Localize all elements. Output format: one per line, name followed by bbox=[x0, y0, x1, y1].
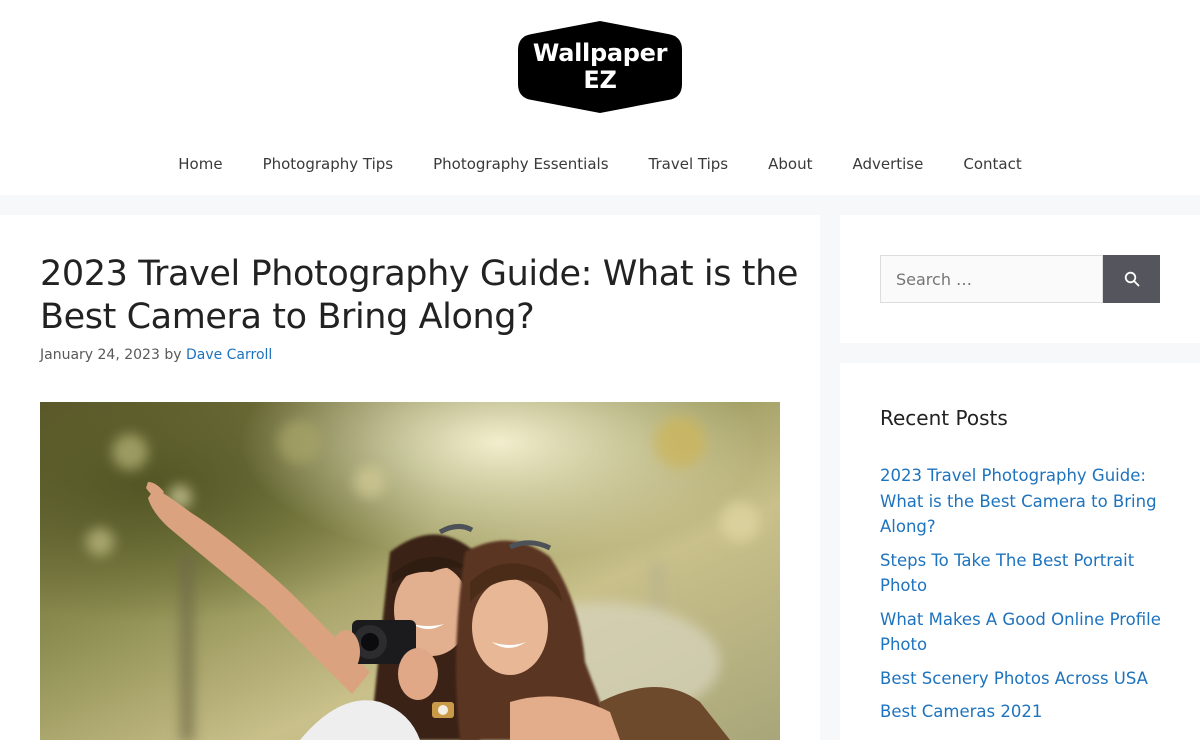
list-item: What Makes A Good Online Profile Photo bbox=[880, 607, 1170, 658]
search-icon bbox=[1124, 271, 1139, 287]
search-input[interactable] bbox=[880, 255, 1103, 303]
list-item: 2023 Travel Photography Guide: What is t… bbox=[880, 463, 1170, 540]
byline-label: by bbox=[164, 347, 182, 363]
recent-posts-list: 2023 Travel Photography Guide: What is t… bbox=[880, 463, 1170, 733]
nav-item-photography-tips[interactable]: Photography Tips bbox=[243, 140, 414, 188]
recent-post-link[interactable]: 2023 Travel Photography Guide: What is t… bbox=[880, 463, 1170, 540]
nav-item-advertise[interactable]: Advertise bbox=[832, 140, 943, 188]
nav-item-about[interactable]: About bbox=[748, 140, 832, 188]
featured-image bbox=[40, 402, 780, 740]
logo-line-1: Wallpaper bbox=[532, 39, 668, 67]
article-title: 2023 Travel Photography Guide: What is t… bbox=[40, 254, 799, 337]
article-meta: January 24, 2023 by Dave Carroll bbox=[40, 347, 272, 363]
list-item: Best Cameras 2021 bbox=[880, 699, 1170, 725]
post-date: January 24, 2023 bbox=[40, 347, 160, 363]
search-widget bbox=[840, 215, 1200, 343]
site-header: Wallpaper EZ Home Photography Tips Photo… bbox=[0, 0, 1200, 195]
recent-posts-title: Recent Posts bbox=[880, 406, 1008, 430]
nav-item-contact[interactable]: Contact bbox=[943, 140, 1041, 188]
nav-item-photography-essentials[interactable]: Photography Essentials bbox=[413, 140, 628, 188]
site-logo[interactable]: Wallpaper EZ bbox=[518, 20, 682, 114]
article-card: 2023 Travel Photography Guide: What is t… bbox=[0, 215, 820, 740]
featured-photo-illustration bbox=[40, 402, 780, 740]
search-button[interactable] bbox=[1103, 255, 1160, 303]
recent-post-link[interactable]: Best Scenery Photos Across USA bbox=[880, 666, 1170, 692]
recent-post-link[interactable]: What Makes A Good Online Profile Photo bbox=[880, 607, 1170, 658]
nav-item-travel-tips[interactable]: Travel Tips bbox=[629, 140, 749, 188]
recent-post-link[interactable]: Steps To Take The Best Portrait Photo bbox=[880, 548, 1170, 599]
nav-item-home[interactable]: Home bbox=[158, 140, 242, 188]
list-item: Best Scenery Photos Across USA bbox=[880, 666, 1170, 692]
author-link[interactable]: Dave Carroll bbox=[186, 347, 272, 363]
recent-posts-widget: Recent Posts 2023 Travel Photography Gui… bbox=[840, 363, 1200, 740]
list-item: Steps To Take The Best Portrait Photo bbox=[880, 548, 1170, 599]
main-navigation: Home Photography Tips Photography Essent… bbox=[0, 140, 1200, 188]
logo-text: Wallpaper EZ bbox=[518, 20, 682, 114]
logo-line-2: EZ bbox=[583, 66, 617, 94]
recent-post-link[interactable]: Best Cameras 2021 bbox=[880, 699, 1170, 725]
